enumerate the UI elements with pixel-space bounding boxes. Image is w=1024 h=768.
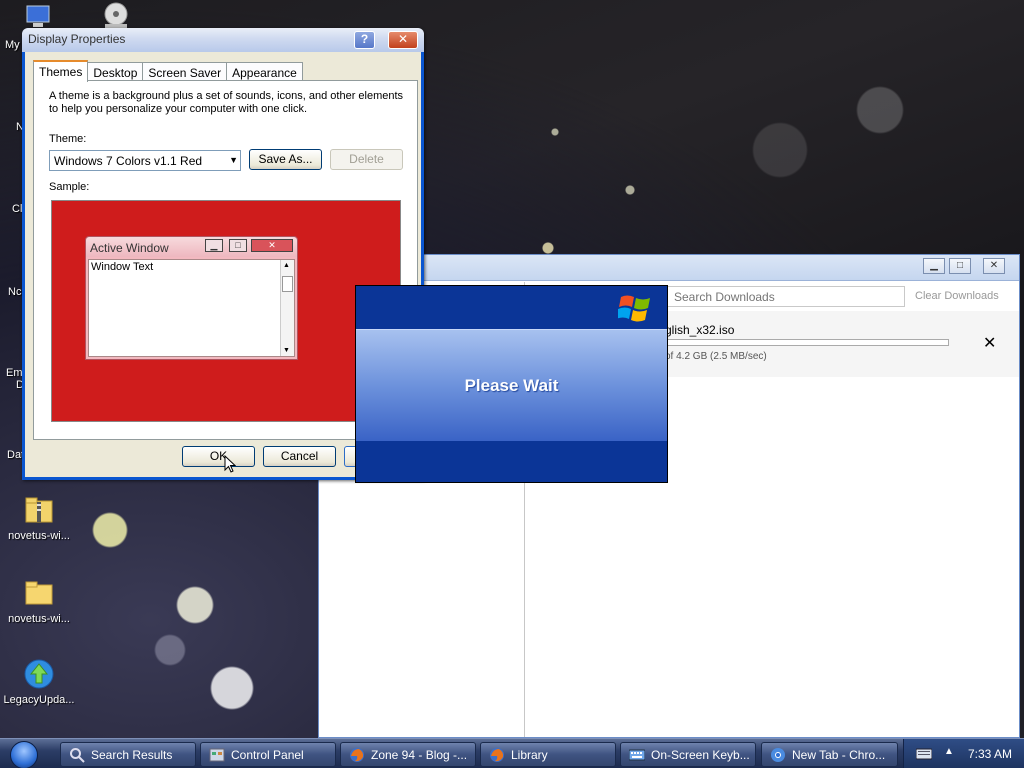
tab-appearance[interactable]: Appearance	[226, 62, 303, 81]
cd-drive-icon[interactable]	[101, 2, 131, 30]
theme-select-value: Windows 7 Colors v1.1 Red	[54, 154, 203, 168]
sample-label: Sample:	[49, 181, 90, 193]
desktop-label-my[interactable]: My	[5, 39, 20, 51]
desktop-label-nc[interactable]: Nc	[8, 286, 21, 298]
tray-expand-icon[interactable]: ▲	[944, 746, 954, 757]
tab-themes[interactable]: Themes	[33, 60, 89, 82]
maximize-button[interactable]: □	[949, 258, 971, 274]
search-icon	[70, 748, 85, 763]
delete-button[interactable]: Delete	[330, 149, 403, 170]
keyboard-tray-icon[interactable]	[916, 748, 932, 760]
taskbar-item-library[interactable]: Library	[480, 742, 616, 767]
minimize-button[interactable]: ▁	[923, 258, 945, 274]
taskbar-item-onscreen-keyboard[interactable]: On-Screen Keyb...	[620, 742, 756, 767]
tab-desktop[interactable]: Desktop	[87, 62, 144, 81]
splash-header	[356, 286, 667, 329]
desktop-label-em[interactable]: Em	[6, 367, 23, 379]
desktop-label-cl[interactable]: Cl	[12, 203, 22, 215]
taskbar: Search Results Control Panel Zone 94 - B…	[0, 738, 1024, 768]
taskbar-item-label: Zone 94 - Blog -...	[371, 748, 468, 762]
theme-label: Theme:	[49, 133, 87, 145]
taskbar-item-label: New Tab - Chro...	[792, 748, 886, 762]
start-orb-icon	[10, 741, 38, 768]
firefox-icon	[490, 748, 504, 762]
please-wait-message: Please Wait	[464, 376, 559, 395]
theme-description: A theme is a background plus a set of so…	[49, 90, 404, 115]
close-button[interactable]: ✕	[983, 258, 1005, 274]
taskbar-item-label: On-Screen Keyb...	[651, 748, 750, 762]
desktop-icon-legacyupdate[interactable]: LegacyUpda...	[1, 658, 77, 706]
sample-active-window: Active Window ▁ □ ✕ Window Text ▲ ▼	[85, 236, 298, 360]
windows-logo-icon	[618, 295, 650, 322]
clock[interactable]: 7:33 AM	[968, 747, 1012, 761]
zip-folder-icon	[25, 497, 53, 523]
taskbar-item-label: Control Panel	[231, 748, 304, 762]
taskbar-item-label: Search Results	[91, 748, 173, 762]
keyboard-icon	[629, 749, 645, 761]
sample-close-icon: ✕	[251, 239, 293, 252]
firefox-icon	[350, 748, 364, 762]
splash-footer	[356, 441, 667, 482]
display-properties-titlebar[interactable]: Display Properties ? ✕	[22, 28, 424, 52]
sample-minimize-icon: ▁	[205, 239, 223, 252]
chrome-icon	[771, 748, 785, 762]
control-panel-icon	[209, 748, 225, 762]
sample-maximize-icon: □	[229, 239, 247, 252]
taskbar-item-control-panel[interactable]: Control Panel	[200, 742, 336, 767]
splash-body: Please Wait	[356, 329, 667, 442]
my-computer-icon[interactable]	[24, 4, 54, 30]
start-button[interactable]	[0, 740, 54, 768]
close-button[interactable]: ✕	[388, 31, 418, 49]
sample-window-title: Active Window	[90, 241, 169, 255]
sample-titlebar: Active Window ▁ □ ✕	[86, 237, 297, 257]
download-filename: glish_x32.iso	[665, 323, 735, 337]
desktop-icon-novetus-zip[interactable]: novetus-wi...	[1, 494, 77, 542]
system-tray: ▲ 7:33 AM	[903, 739, 1024, 768]
save-as-button[interactable]: Save As...	[249, 149, 322, 170]
mouse-cursor-icon	[224, 455, 236, 473]
taskbar-item-label: Library	[511, 748, 548, 762]
help-button[interactable]: ?	[354, 31, 375, 49]
theme-select[interactable]: Windows 7 Colors v1.1 Red ▼	[49, 150, 241, 171]
taskbar-item-search-results[interactable]: Search Results	[60, 742, 196, 767]
tab-screen-saver[interactable]: Screen Saver	[142, 62, 228, 81]
sample-scrollbar: ▲ ▼	[280, 260, 294, 356]
remove-download-icon[interactable]: ✕	[983, 333, 996, 353]
please-wait-dialog: Please Wait	[355, 285, 668, 483]
desktop-icon-novetus-folder[interactable]: novetus-wi...	[1, 577, 77, 625]
desktop-icon-label: LegacyUpda...	[3, 694, 75, 706]
sample-window-body: Window Text ▲ ▼	[88, 259, 295, 357]
window-title: Display Properties	[28, 32, 126, 46]
folder-icon	[25, 581, 53, 605]
tab-strip: Themes Desktop Screen Saver Appearance	[33, 60, 303, 82]
taskbar-item-chrome[interactable]: New Tab - Chro...	[761, 742, 898, 767]
sample-window-text: Window Text	[91, 261, 154, 273]
theme-sample-preview: Active Window ▁ □ ✕ Window Text ▲ ▼	[51, 200, 401, 422]
search-downloads-input[interactable]	[667, 286, 905, 307]
desktop-icon-label: novetus-wi...	[8, 613, 70, 625]
cancel-button[interactable]: Cancel	[263, 446, 336, 467]
download-status: of 4.2 GB (2.5 MB/sec)	[665, 351, 767, 362]
downloads-titlebar: ▁ □ ✕	[319, 255, 1019, 281]
clear-downloads-link[interactable]: Clear Downloads	[915, 290, 999, 302]
update-globe-icon	[24, 659, 54, 689]
download-progress-bar	[665, 339, 949, 346]
desktop-icon-label: novetus-wi...	[8, 530, 70, 542]
chevron-down-icon: ▼	[229, 155, 238, 165]
taskbar-item-zone94[interactable]: Zone 94 - Blog -...	[340, 742, 476, 767]
ok-button[interactable]: OK	[182, 446, 255, 467]
